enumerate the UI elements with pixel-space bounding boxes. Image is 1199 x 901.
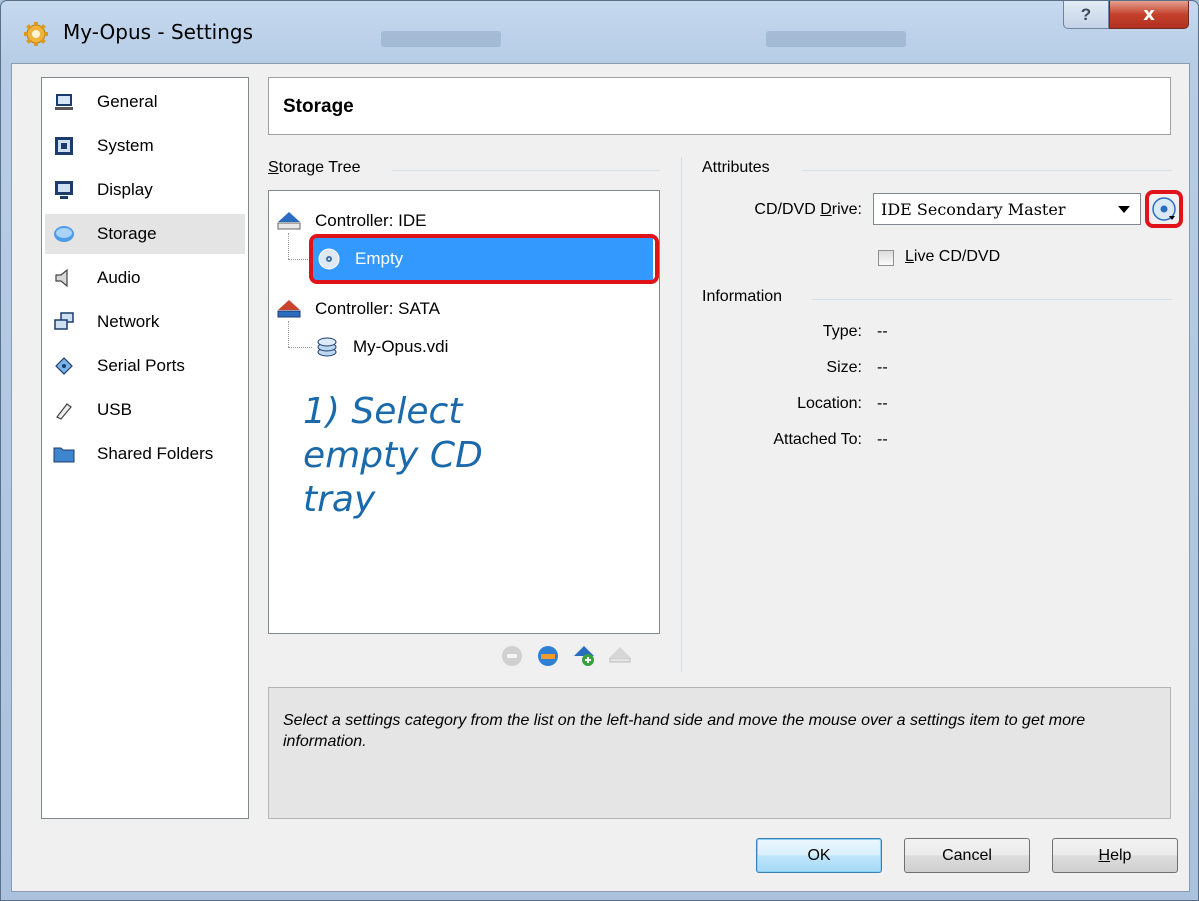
highlight-box-cd-button	[1145, 190, 1183, 228]
tree-item-controller-sata[interactable]: Controller: SATA	[277, 290, 440, 328]
page-title: Storage	[283, 96, 354, 117]
background-ghost-text	[766, 31, 906, 47]
tree-item-label: Controller: IDE	[315, 211, 427, 230]
tree-item-my-opus-vdi[interactable]: My-Opus.vdi	[315, 328, 448, 366]
disk-icon	[53, 223, 75, 245]
tutorial-annotation: 1) Select empty CD tray	[303, 391, 483, 520]
hard-disk-icon	[315, 335, 339, 359]
sidebar-item-storage[interactable]: Storage	[45, 214, 245, 254]
background-ghost-text	[381, 31, 501, 47]
folder-icon	[53, 443, 75, 465]
settings-gear-icon	[24, 22, 48, 46]
add-controller-icon[interactable]	[498, 642, 526, 670]
tree-connector	[288, 347, 312, 348]
sidebar-item-label: Serial Ports	[97, 356, 185, 375]
sidebar-item-label: System	[97, 136, 154, 155]
description-text: Select a settings category from the list…	[283, 712, 1086, 750]
usb-icon	[53, 399, 75, 421]
info-size-label: Size:	[826, 359, 862, 376]
page-header: Storage	[268, 77, 1171, 135]
storage-tree-label: Storage Tree	[268, 159, 371, 177]
attributes-label: Attributes	[702, 159, 780, 177]
settings-window: My-Opus - Settings ? x General System Di…	[0, 0, 1199, 901]
info-location-value: --	[877, 395, 888, 412]
network-icon	[53, 311, 75, 333]
remove-attachment-icon[interactable]	[606, 642, 634, 670]
info-type-value: --	[877, 323, 888, 340]
sidebar-item-system[interactable]: System	[45, 126, 245, 166]
tree-connector	[288, 321, 289, 347]
add-disk-icon[interactable]	[570, 642, 598, 670]
info-size-value: --	[877, 359, 888, 376]
close-button[interactable]: x	[1109, 1, 1189, 29]
dialog-client-area: General System Display Storage Audio Net…	[11, 63, 1190, 892]
cd-drive-label: CD/DVD Drive:	[754, 201, 862, 218]
help-title-button[interactable]: ?	[1063, 1, 1109, 29]
cancel-button[interactable]: Cancel	[904, 838, 1030, 873]
serial-port-icon	[53, 355, 75, 377]
live-cd-checkbox[interactable]	[878, 250, 894, 266]
sidebar-item-usb[interactable]: USB	[45, 390, 245, 430]
ok-button[interactable]: OK	[756, 838, 882, 873]
information-label: Information	[702, 288, 793, 306]
sidebar-item-label: General	[97, 92, 158, 111]
info-type-label: Type:	[822, 323, 862, 340]
sidebar-item-network[interactable]: Network	[45, 302, 245, 342]
settings-category-list[interactable]: General System Display Storage Audio Net…	[41, 77, 249, 819]
sidebar-item-label: Shared Folders	[97, 444, 214, 463]
tree-item-label: Controller: SATA	[315, 299, 441, 318]
sidebar-item-label: Network	[97, 312, 160, 331]
chevron-down-icon	[1118, 205, 1130, 213]
sidebar-item-label: Display	[97, 180, 153, 199]
display-icon	[53, 179, 75, 201]
cd-drive-select[interactable]: IDE Secondary Master	[873, 193, 1141, 225]
info-attached-to-label: Attached To:	[773, 431, 862, 448]
cd-drive-value: IDE Secondary Master	[881, 199, 1066, 219]
tree-connector	[288, 233, 289, 259]
group-divider	[392, 170, 660, 171]
sidebar-item-audio[interactable]: Audio	[45, 258, 245, 298]
add-attachment-icon[interactable]	[534, 642, 562, 670]
sidebar-item-shared-folders[interactable]: Shared Folders	[45, 434, 245, 474]
monitor-icon	[53, 91, 75, 113]
window-title: My-Opus - Settings	[63, 20, 254, 44]
info-attached-to-value: --	[877, 431, 888, 448]
sidebar-item-general[interactable]: General	[45, 82, 245, 122]
tree-item-label: My-Opus.vdi	[353, 337, 449, 356]
sidebar-item-serial-ports[interactable]: Serial Ports	[45, 346, 245, 386]
sidebar-item-label: Audio	[97, 268, 141, 287]
sidebar-item-label: USB	[97, 400, 132, 419]
chip-icon	[53, 135, 75, 157]
storage-tree-toolbar	[498, 642, 634, 670]
sidebar-item-display[interactable]: Display	[45, 170, 245, 210]
speaker-icon	[53, 267, 75, 289]
ide-controller-icon	[277, 209, 301, 233]
title-bar[interactable]: My-Opus - Settings ? x	[1, 1, 1199, 61]
info-location-label: Location:	[797, 395, 862, 412]
group-divider	[802, 170, 1172, 171]
highlight-box-empty-cd	[309, 234, 659, 284]
sidebar-item-label: Storage	[97, 224, 157, 243]
vertical-separator	[681, 157, 682, 672]
group-divider	[812, 299, 1172, 300]
sata-controller-icon	[277, 297, 301, 321]
help-button[interactable]: Help	[1052, 838, 1178, 873]
live-cd-label[interactable]: Live CD/DVD	[905, 248, 1000, 266]
description-panel: Select a settings category from the list…	[268, 687, 1171, 819]
